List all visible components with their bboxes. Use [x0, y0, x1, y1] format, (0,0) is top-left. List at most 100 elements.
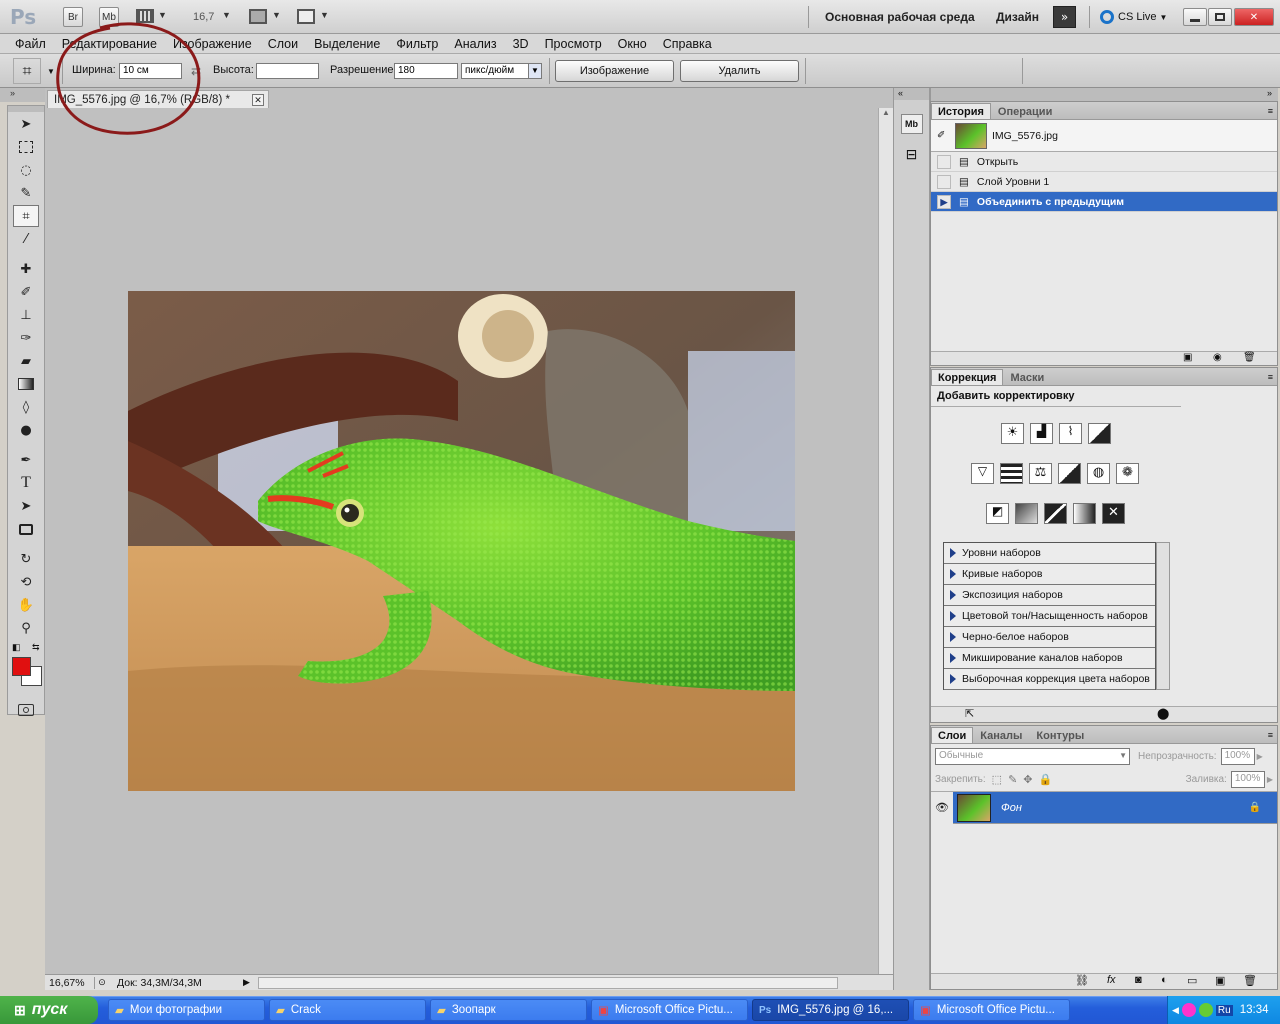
threshold-icon[interactable]	[1044, 503, 1067, 524]
view-extras-icon[interactable]	[136, 9, 154, 23]
eyedropper-tool-icon[interactable]: ⁄	[13, 228, 39, 250]
close-document-icon[interactable]: ✕	[252, 93, 264, 106]
tab-actions[interactable]: Операции	[991, 103, 1059, 119]
levels-icon[interactable]: ▟	[1030, 423, 1053, 444]
height-field[interactable]	[256, 63, 319, 79]
launch-minibridge-button[interactable]: Mb	[99, 7, 119, 27]
new-snapshot-icon[interactable]: ◉	[1213, 352, 1222, 363]
fill-field[interactable]: 100%	[1230, 771, 1265, 788]
chevron-down-icon[interactable]: ▼	[272, 10, 281, 20]
hue-saturation-icon[interactable]	[1000, 463, 1023, 484]
menu-edit[interactable]: Редактирование	[54, 34, 165, 54]
exposure-icon[interactable]	[1088, 423, 1111, 444]
layer-mask-icon[interactable]: ◙	[1135, 974, 1142, 986]
brush-tool-icon[interactable]: ✐	[13, 281, 39, 303]
history-item-levels-layer[interactable]: ▤ Слой Уровни 1	[931, 172, 1277, 192]
tab-masks[interactable]: Маски	[1003, 369, 1051, 385]
workspace-design[interactable]: Дизайн	[996, 10, 1039, 24]
preset-exposure[interactable]: Экспозиция наборов	[944, 585, 1155, 606]
preset-hue-saturation[interactable]: Цветовой тон/Насыщенность наборов	[944, 606, 1155, 627]
menu-layer[interactable]: Слои	[260, 34, 306, 54]
posterize-icon[interactable]	[1015, 503, 1038, 524]
menu-help[interactable]: Справка	[655, 34, 720, 54]
gradient-tool-icon[interactable]	[13, 373, 39, 395]
status-info-icon[interactable]: ⊙	[95, 977, 109, 988]
opacity-slider-icon[interactable]: ▶	[1257, 752, 1263, 761]
healing-brush-tool-icon[interactable]: ✚	[13, 258, 39, 280]
foreground-color-swatch[interactable]	[12, 657, 31, 676]
front-image-button[interactable]: Изображение	[555, 60, 674, 82]
preset-levels[interactable]: Уровни наборов	[944, 543, 1155, 564]
menu-filter[interactable]: Фильтр	[388, 34, 446, 54]
adjustment-layer-icon[interactable]: ◐	[1161, 974, 1168, 986]
history-current-state-marker-icon[interactable]: ▶	[937, 194, 951, 209]
tab-paths[interactable]: Контуры	[1029, 727, 1091, 743]
black-white-icon[interactable]	[1058, 463, 1081, 484]
clock[interactable]: 13:34	[1240, 1004, 1269, 1016]
clip-to-layer-icon[interactable]: ⬤	[1157, 707, 1169, 720]
opacity-field[interactable]: 100%	[1220, 747, 1255, 765]
task-photoshop[interactable]: Ps IMG_5576.jpg @ 16,...	[752, 999, 909, 1021]
launch-bridge-button[interactable]: Br	[63, 7, 83, 27]
gradient-map-icon[interactable]	[1073, 503, 1096, 524]
channel-mixer-icon[interactable]: ❁	[1116, 463, 1139, 484]
eye-icon[interactable]: 👁	[931, 791, 953, 824]
chevron-down-icon[interactable]: ▼	[47, 67, 55, 76]
link-layers-icon[interactable]: ⛓	[1075, 974, 1089, 987]
new-layer-icon[interactable]: ▣	[1215, 974, 1225, 987]
menu-3d[interactable]: 3D	[505, 34, 537, 54]
new-group-icon[interactable]: ▭	[1187, 974, 1197, 987]
status-zoom[interactable]: 16,67%	[45, 976, 95, 989]
presets-scrollbar[interactable]	[1156, 542, 1170, 690]
panel-menu-icon[interactable]: ≡	[1264, 730, 1277, 743]
tab-channels[interactable]: Каналы	[973, 727, 1029, 743]
new-document-from-state-icon[interactable]: ▣	[1183, 352, 1192, 363]
lock-position-icon[interactable]: ✥	[1023, 773, 1032, 786]
language-indicator[interactable]: Ru	[1215, 1004, 1233, 1016]
more-workspaces-button[interactable]: »	[1053, 6, 1076, 28]
pen-tool-icon[interactable]: ✒	[13, 449, 39, 471]
tab-adjustments[interactable]: Коррекция	[931, 369, 1004, 385]
invert-icon[interactable]: ◩	[986, 503, 1009, 524]
cs-live-menu[interactable]: CS Live ▼	[1100, 10, 1167, 24]
history-item-open[interactable]: ▤ Открыть	[931, 152, 1277, 172]
resolution-unit-select[interactable]: пикс/дюйм ▼	[461, 63, 542, 79]
tray-expand-icon[interactable]: ◀	[1172, 1005, 1179, 1016]
history-source-box[interactable]	[937, 154, 951, 169]
toolbar-collapse-strip[interactable]: »	[0, 88, 45, 102]
tools-panel-grip[interactable]	[8, 106, 44, 112]
document-tab[interactable]: IMG_5576.jpg @ 16,7% (RGB/8) * ✕	[47, 90, 269, 108]
clear-button[interactable]: Удалить	[680, 60, 799, 82]
preset-curves[interactable]: Кривые наборов	[944, 564, 1155, 585]
chevron-down-icon[interactable]: ▼	[158, 10, 167, 20]
minimize-button[interactable]	[1183, 8, 1207, 26]
close-button[interactable]: ✕	[1234, 8, 1274, 26]
move-tool-icon[interactable]: ➤	[13, 113, 39, 135]
resolution-field[interactable]: 180	[394, 63, 458, 79]
tab-history[interactable]: История	[931, 103, 991, 119]
preset-channel-mixer[interactable]: Микширование каналов наборов	[944, 648, 1155, 669]
dodge-tool-icon[interactable]: ●	[13, 419, 39, 441]
3d-rotate-tool-icon[interactable]: ↻	[13, 548, 39, 570]
blend-mode-select[interactable]: Обычные ▼	[935, 747, 1130, 765]
default-colors-icon[interactable]: ◧	[12, 642, 21, 653]
quick-mask-icon[interactable]	[13, 699, 39, 721]
arrange-documents-icon[interactable]	[249, 9, 267, 24]
horizontal-scrollbar[interactable]	[257, 976, 838, 989]
crop-tool-icon[interactable]: ⌗	[13, 205, 39, 227]
zoom-level-dropdown[interactable]: 16,7	[193, 11, 214, 23]
task-picture-manager-1[interactable]: ▣ Microsoft Office Pictu...	[591, 999, 748, 1021]
width-field[interactable]: 10 см	[119, 63, 182, 79]
hand-tool-icon[interactable]: ✋	[13, 594, 39, 616]
layer-row-background[interactable]: 👁 Фон 🔒	[931, 791, 1277, 824]
trash-icon[interactable]: 🗑	[1243, 974, 1257, 987]
screen-mode-icon[interactable]	[297, 9, 315, 24]
chevron-down-icon[interactable]: ▼	[320, 10, 329, 20]
path-selection-tool-icon[interactable]: ➤	[13, 495, 39, 517]
task-my-photos[interactable]: ▰ Мои фотографии	[108, 999, 265, 1021]
start-button[interactable]: ⊞ пуск	[0, 996, 98, 1024]
vibrance-icon[interactable]: ▽	[971, 463, 994, 484]
swap-dimensions-icon[interactable]: ⇄	[191, 64, 201, 78]
expand-panels-icon[interactable]: «	[894, 88, 929, 100]
menu-view[interactable]: Просмотр	[537, 34, 610, 54]
